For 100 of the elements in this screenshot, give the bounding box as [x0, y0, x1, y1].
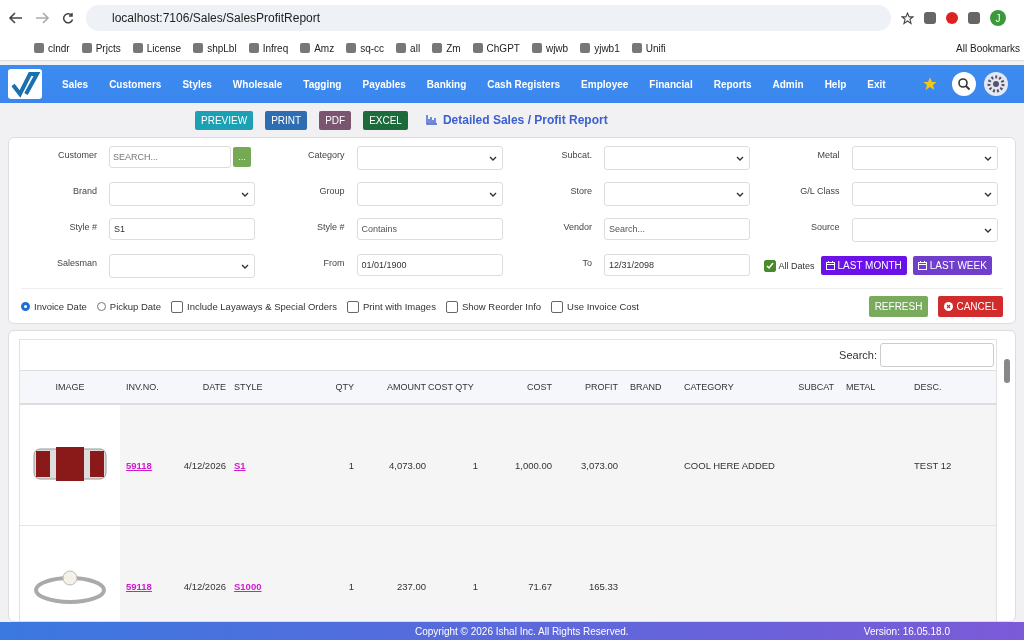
- chevron-down-icon: [983, 155, 992, 161]
- customer-search-field[interactable]: SEARCH...: [109, 146, 231, 168]
- extension-icon[interactable]: [924, 12, 936, 24]
- radio-label: Invoice Date: [34, 301, 87, 312]
- column-header[interactable]: PROFIT: [552, 382, 618, 392]
- field-label: Salesman: [55, 257, 97, 268]
- profile-avatar[interactable]: J: [990, 10, 1006, 26]
- checkbox[interactable]: [347, 300, 359, 313]
- extension-icon[interactable]: [968, 12, 980, 24]
- text-field[interactable]: Search...: [604, 218, 750, 240]
- column-header[interactable]: IMAGE: [20, 382, 120, 392]
- bookmark-link[interactable]: sq-cc: [346, 42, 385, 54]
- bookmark-link[interactable]: clndr: [34, 42, 70, 54]
- field-label: Subcat.: [560, 149, 592, 160]
- bookmark-link[interactable]: Unifi: [631, 42, 666, 54]
- excel-button[interactable]: EXCEL: [363, 110, 408, 130]
- column-header[interactable]: DATE: [176, 382, 226, 392]
- field-label: From: [322, 257, 345, 268]
- field-label: G/L Class: [799, 185, 840, 196]
- address-bar[interactable]: localhost:7106/Sales/SalesProfitReport: [86, 5, 891, 31]
- field-label: Metal: [816, 149, 840, 160]
- search-label: Search:: [839, 349, 877, 361]
- bookmark-link[interactable]: Infreq: [248, 42, 289, 54]
- chevron-down-icon: [488, 191, 497, 197]
- star-icon[interactable]: [901, 11, 914, 25]
- field-label: Group: [318, 185, 345, 196]
- bookmark-link[interactable]: License: [132, 42, 182, 54]
- column-header[interactable]: QTY: [294, 382, 354, 392]
- chevron-down-icon: [983, 191, 992, 197]
- table-search-field[interactable]: [880, 343, 994, 367]
- bookmark-link[interactable]: ChGPT: [472, 42, 520, 54]
- table-cell-text: 4/12/2026: [182, 580, 226, 592]
- pdf-button[interactable]: PDF: [319, 110, 352, 130]
- favorite-star-icon[interactable]: [922, 76, 938, 92]
- text-field[interactable]: Contains: [356, 218, 503, 240]
- field-label: Brand: [71, 185, 97, 196]
- extension-icon[interactable]: [946, 12, 958, 24]
- invoice-link[interactable]: 59118: [126, 459, 152, 471]
- print-button[interactable]: PRINT: [265, 110, 308, 130]
- column-header[interactable]: CATEGORY: [678, 382, 794, 392]
- style-link[interactable]: S1: [234, 459, 246, 471]
- checkbox[interactable]: [763, 259, 776, 272]
- table-cell-text: 1: [347, 459, 354, 471]
- bookmark-link[interactable]: wjwb: [531, 42, 569, 54]
- bookmark-link[interactable]: Prjcts: [81, 42, 121, 54]
- date-range-button[interactable]: LAST WEEK: [912, 256, 992, 275]
- back-arrow-icon[interactable]: [8, 12, 24, 24]
- forward-arrow-icon[interactable]: [34, 12, 50, 24]
- table-cell-text: 71.67: [527, 580, 552, 592]
- column-header[interactable]: COST: [478, 382, 552, 392]
- bookmark-link[interactable]: Zm: [432, 42, 461, 54]
- bookmark-link[interactable]: all: [396, 42, 421, 54]
- column-header[interactable]: COST QTY: [426, 382, 478, 392]
- column-header[interactable]: BRAND: [618, 382, 678, 392]
- field-label: Customer: [57, 149, 97, 160]
- calendar-icon: [917, 261, 927, 270]
- bookmark-link[interactable]: All Bookmarks: [956, 42, 1024, 54]
- radio-button[interactable]: [21, 302, 30, 311]
- column-header[interactable]: METAL: [834, 382, 904, 392]
- table-cell-text: 4/12/2026: [182, 459, 226, 471]
- checkbox[interactable]: [445, 300, 458, 313]
- column-header[interactable]: STYLE: [226, 382, 294, 392]
- column-header[interactable]: INV.NO.: [120, 382, 176, 392]
- version-text: Version: 16.05.18.0: [863, 625, 950, 637]
- text-field[interactable]: S1: [109, 218, 255, 240]
- checkbox-label: All Dates: [778, 260, 815, 271]
- chevron-down-icon: [736, 191, 744, 197]
- field-label: Vendor: [562, 221, 592, 232]
- style-link[interactable]: S1000: [234, 580, 262, 592]
- chevron-down-icon: [241, 191, 249, 197]
- table-cell-text: 1: [347, 580, 354, 592]
- table-cell-text: 4,073.00: [388, 459, 426, 471]
- column-header[interactable]: AMOUNT: [354, 382, 426, 392]
- bookmark-link[interactable]: yjwb1: [580, 42, 620, 54]
- field-label: Source: [809, 221, 840, 232]
- field-label: Style #: [316, 221, 345, 232]
- chevron-down-icon: [983, 227, 992, 233]
- checkbox[interactable]: [551, 300, 564, 313]
- chevron-down-icon: [241, 263, 249, 269]
- table-cell-text: 1,000.00: [514, 459, 552, 471]
- invoice-link[interactable]: 59118: [126, 580, 152, 592]
- chevron-down-icon: [488, 155, 497, 161]
- column-header[interactable]: SUBCAT: [794, 382, 834, 392]
- text-field[interactable]: 01/01/1900: [356, 254, 503, 276]
- bookmark-link[interactable]: shpLbl: [193, 42, 237, 54]
- bookmark-link[interactable]: Amz: [300, 42, 335, 54]
- logo-icon[interactable]: [8, 69, 42, 99]
- calendar-icon: [825, 261, 835, 270]
- table-cell-text: TEST 12: [913, 459, 953, 471]
- field-label: Category: [306, 149, 345, 160]
- cancel-button[interactable]: CANCEL: [938, 296, 1003, 317]
- column-header[interactable]: DESC.: [904, 382, 974, 392]
- reload-icon[interactable]: [60, 12, 76, 24]
- date-range-button[interactable]: LAST MONTH: [820, 256, 907, 275]
- settings-icon[interactable]: [984, 72, 1008, 96]
- search-icon[interactable]: [952, 72, 976, 96]
- checkbox[interactable]: [171, 300, 184, 313]
- field-label: Style #: [68, 221, 97, 232]
- report-title: Detailed Sales / Profit Report: [442, 113, 608, 127]
- text-field[interactable]: 12/31/2098: [604, 254, 750, 276]
